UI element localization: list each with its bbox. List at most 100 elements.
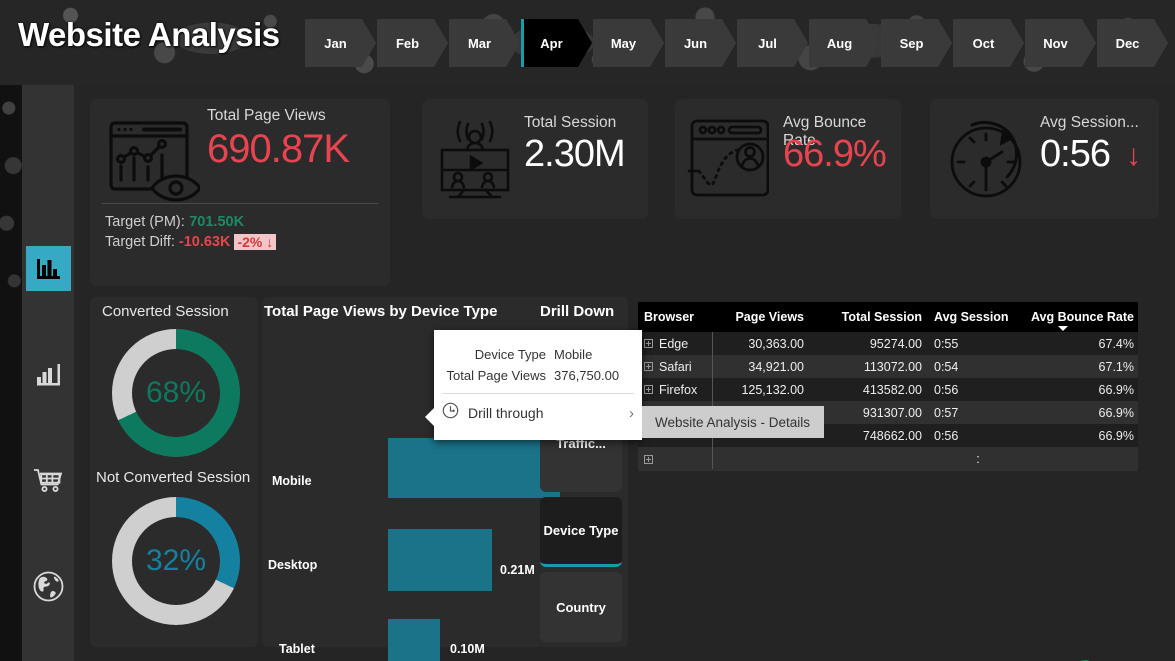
sidebar-item-bar-chart[interactable]	[26, 246, 71, 291]
table-column-divider	[712, 332, 713, 469]
month-tab-oct[interactable]: Oct	[953, 19, 1024, 67]
month-tab-jul[interactable]: Jul	[737, 19, 808, 67]
month-tab-jun[interactable]: Jun	[665, 19, 736, 67]
month-tab-label: Sep	[899, 35, 924, 51]
cell-avg-session: 0:56	[934, 382, 959, 397]
tooltip-key: Total Page Views	[446, 368, 547, 383]
table-row-total[interactable]: :	[638, 447, 1138, 471]
kpi-divider	[102, 203, 378, 204]
tooltip-row: Total Page Views 376,750.00	[434, 365, 642, 386]
expand-icon[interactable]	[644, 454, 653, 464]
sidebar-item-cart[interactable]	[26, 458, 71, 503]
cell-browser: Safari	[659, 359, 692, 374]
month-tab-aug[interactable]: Aug	[809, 19, 880, 67]
month-tab-nov[interactable]: Nov	[1025, 19, 1096, 67]
table-header-row: Browser Page Views Total Session Avg Ses…	[638, 302, 1138, 332]
month-tab-sep[interactable]: Sep	[881, 19, 952, 67]
logo-text: G³ TECH	[1052, 649, 1175, 661]
month-tab-may[interactable]: May	[593, 19, 664, 67]
bar-category-mobile: Mobile	[272, 474, 312, 488]
bar-value-tablet: 0.10M	[450, 642, 485, 656]
cell-total-session: 95274.00	[869, 336, 922, 351]
donut-chart-converted[interactable]: 68%	[112, 329, 240, 457]
month-tab-mar[interactable]: Mar	[449, 19, 520, 67]
kpi-value: 2.30M	[524, 133, 626, 175]
kpi-label: Total Session	[524, 114, 617, 131]
tooltip-value: 376,750.00	[554, 368, 620, 383]
page-views-chart-icon	[108, 119, 202, 210]
target-diff-badge: -2% ↓	[234, 234, 277, 250]
bounce-rate-icon	[687, 113, 770, 206]
expand-icon[interactable]	[644, 385, 653, 394]
expand-icon[interactable]	[644, 339, 653, 348]
cell-bounce-rate: 66.9%	[1098, 428, 1134, 443]
donut-label-not-converted: Not Converted Session	[96, 469, 251, 486]
target-diff-label: Target Diff:	[105, 234, 175, 250]
sidebar-item-bar-chart-ascending[interactable]	[26, 352, 71, 397]
donut-value-converted: 68%	[145, 376, 207, 409]
table-row[interactable]: Safari 34,921.00 113072.00 0:54 67.1%	[638, 355, 1138, 378]
table-col-avg-bounce-rate[interactable]: Avg Bounce Rate	[1022, 310, 1138, 331]
month-tab-label: Jul	[758, 35, 777, 51]
drill-button-device-type[interactable]: Device Type	[540, 497, 622, 567]
session-broadcast-icon	[436, 117, 514, 204]
month-tab-label: May	[610, 35, 637, 51]
sidebar-item-globe[interactable]	[26, 564, 71, 609]
table-col-total-session[interactable]: Total Session	[812, 310, 930, 324]
bar-desktop[interactable]	[388, 529, 492, 591]
month-tab-apr[interactable]: Apr	[521, 19, 592, 67]
tooltip-key: Device Type	[474, 347, 546, 362]
month-tab-label: Aug	[826, 35, 853, 51]
drill-through-icon	[442, 402, 459, 424]
kpi-card-total-session[interactable]: Total Session 2.30M	[422, 99, 648, 219]
left-pattern-strip	[0, 85, 22, 661]
donut-chart-not-converted[interactable]: 32%	[112, 497, 240, 625]
month-tab-label: Oct	[972, 35, 995, 51]
table-row[interactable]: Firefox 125,132.00 413582.00 0:56 66.9%	[638, 378, 1138, 401]
menu-item-label: Drill through	[468, 405, 544, 421]
cell-bounce-rate: 66.9%	[1098, 405, 1134, 420]
table-col-label: Avg Bounce Rate	[1030, 310, 1134, 324]
dashboard-root: Website Analysis Jan Feb Mar Apr May Jun…	[0, 0, 1175, 661]
kpi-value: 66.9%	[783, 133, 887, 175]
submenu-item-website-analysis-details[interactable]: Website Analysis - Details	[642, 406, 824, 438]
conversion-panel: Converted Session 68% Not Converted Sess…	[90, 297, 258, 647]
cell-avg-session: :	[976, 452, 980, 466]
cell-avg-session: 0:56	[934, 428, 959, 443]
cell-page-views: 34,921.00	[748, 359, 804, 374]
bar-category-desktop: Desktop	[268, 558, 318, 572]
expand-icon[interactable]	[644, 362, 653, 371]
month-tab-jan[interactable]: Jan	[305, 19, 376, 67]
bar-category-tablet: Tablet	[279, 642, 315, 656]
kpi-card-total-page-views[interactable]: Total Page Views 690.87K Target (PM): 70…	[90, 99, 390, 286]
cell-avg-session: 0:54	[934, 359, 959, 374]
cell-browser: Firefox	[659, 382, 698, 397]
cell-total-session: 931307.00	[862, 405, 922, 420]
month-tab-dec[interactable]: Dec	[1097, 19, 1168, 67]
table-col-page-views[interactable]: Page Views	[712, 310, 812, 324]
browser-metrics-table: Browser Page Views Total Session Avg Ses…	[638, 302, 1138, 471]
month-tab-label: Nov	[1043, 35, 1068, 51]
drill-button-label: Device Type	[543, 523, 619, 538]
bar-mobile[interactable]	[388, 438, 560, 498]
drill-button-country[interactable]: Country	[540, 572, 622, 642]
month-tab-label: Mar	[467, 35, 492, 51]
bar-chart-icon	[33, 253, 64, 284]
bar-tablet[interactable]	[388, 619, 440, 661]
kpi-card-avg-session-duration[interactable]: Avg Session... 0:56 ↓	[930, 99, 1159, 219]
menu-item-drill-through[interactable]: Drill through ›	[434, 394, 642, 432]
table-row[interactable]: Edge 30,363.00 95274.00 0:55 67.4%	[638, 332, 1138, 355]
sort-descending-icon	[1058, 326, 1068, 331]
trend-arrow-icon: ↓	[1126, 139, 1141, 172]
table-col-browser[interactable]: Browser	[638, 310, 712, 324]
month-tab-feb[interactable]: Feb	[377, 19, 448, 67]
shopping-cart-icon	[32, 465, 65, 496]
chart-tooltip: Device Type Mobile Total Page Views 376,…	[425, 330, 642, 440]
cell-avg-session: 0:57	[934, 405, 959, 420]
cell-browser: Edge	[659, 336, 689, 351]
kpi-card-avg-bounce-rate[interactable]: Avg Bounce Rate 66.9%	[675, 99, 901, 219]
month-tab-label: Apr	[540, 35, 563, 51]
cell-bounce-rate: 67.4%	[1098, 336, 1134, 351]
tooltip-pointer	[425, 408, 434, 426]
table-col-avg-session[interactable]: Avg Session	[930, 310, 1022, 324]
